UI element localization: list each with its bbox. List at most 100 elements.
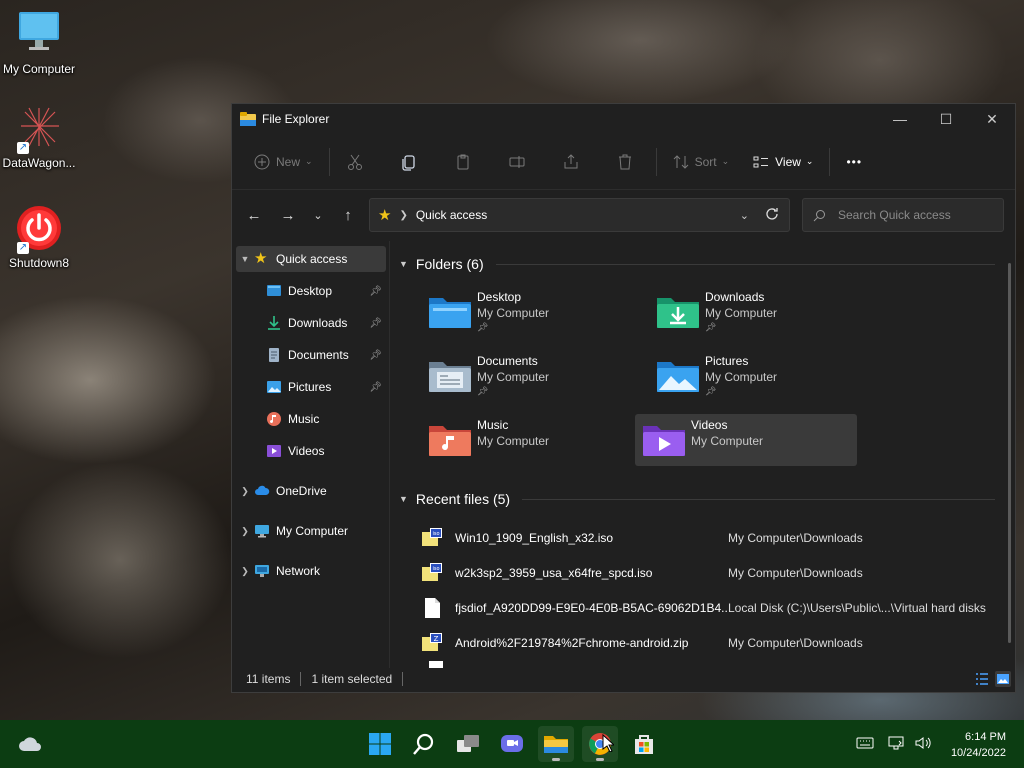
- desktop-icon-my-computer[interactable]: My Computer: [0, 10, 78, 76]
- chevron-down-icon: ⌄: [805, 156, 814, 166]
- navigation-pane: ▼ ★ Quick access Desktop 📌︎ Downloads 📌︎…: [232, 241, 390, 668]
- sidebar-item-desktop[interactable]: Desktop 📌︎: [236, 278, 386, 304]
- explorer-body: ▼ ★ Quick access Desktop 📌︎ Downloads 📌︎…: [232, 241, 1015, 668]
- chevron-down-icon[interactable]: ▼: [236, 254, 254, 264]
- pin-icon[interactable]: 📌︎: [369, 318, 382, 329]
- svg-text:iso: iso: [432, 566, 439, 572]
- share-button[interactable]: [554, 146, 594, 178]
- address-history-button[interactable]: ⌄: [740, 209, 749, 222]
- svg-text:iso: iso: [432, 531, 439, 537]
- monitor-icon: [255, 525, 269, 538]
- folder-tile-videos[interactable]: Videos My Computer: [635, 414, 857, 466]
- chevron-right-icon[interactable]: ❯: [236, 486, 254, 497]
- chevron-right-icon[interactable]: ❯: [236, 566, 254, 577]
- cut-button[interactable]: [338, 146, 378, 178]
- pin-icon[interactable]: 📌︎: [369, 286, 382, 297]
- breadcrumb[interactable]: Quick access: [416, 208, 487, 222]
- recent-file-row[interactable]: Z Android%2F219784%2Fchrome-android.zip …: [421, 628, 991, 658]
- desktop-folder-icon: [429, 298, 471, 328]
- iso-file-icon: iso: [422, 563, 442, 581]
- sidebar-item-pictures[interactable]: Pictures 📌︎: [236, 374, 386, 400]
- back-button[interactable]: ←: [238, 199, 270, 231]
- sidebar-item-music[interactable]: Music: [236, 406, 386, 432]
- up-button[interactable]: ↑: [332, 199, 364, 231]
- search-icon: [413, 733, 434, 755]
- sidebar-item-quick-access[interactable]: ▼ ★ Quick access: [236, 246, 386, 272]
- close-button[interactable]: ✕: [969, 104, 1015, 134]
- rename-button[interactable]: [500, 146, 540, 178]
- paste-button[interactable]: [446, 146, 486, 178]
- download-icon: [268, 316, 280, 330]
- tiles-view-button[interactable]: [995, 671, 1011, 687]
- zip-file-icon: Z: [422, 633, 442, 651]
- chat-button[interactable]: [494, 726, 530, 762]
- recent-file-row[interactable]: iso Win10_1909_English_x32.iso My Comput…: [421, 523, 991, 553]
- toolbar-divider: [829, 147, 831, 176]
- sidebar-item-my-computer[interactable]: ❯ My Computer: [236, 518, 386, 544]
- pin-icon[interactable]: 📌︎: [369, 382, 382, 393]
- recent-file-row[interactable]: fjsdiof_A920DD99-E9E0-4E0B-B5AC-69062D1B…: [421, 593, 991, 623]
- delete-button[interactable]: [608, 146, 648, 178]
- search-button[interactable]: [406, 726, 442, 762]
- chevron-right-icon[interactable]: ❯: [236, 526, 254, 537]
- folder-tile-downloads[interactable]: Downloads My Computer 📌︎: [649, 286, 871, 338]
- store-icon: [635, 735, 653, 754]
- pictures-folder-icon: [657, 362, 699, 392]
- star-icon: ★: [378, 207, 392, 224]
- weather-widget[interactable]: [12, 726, 48, 762]
- volume-icon[interactable]: [914, 735, 932, 754]
- view-button[interactable]: View ⌄: [745, 146, 821, 178]
- file-explorer-taskbar-button[interactable]: [538, 726, 574, 762]
- minimize-button[interactable]: —: [877, 104, 923, 134]
- new-button[interactable]: New ⌄: [246, 146, 321, 178]
- folder-tile-pictures[interactable]: Pictures My Computer 📌︎: [649, 350, 871, 402]
- sidebar-item-onedrive[interactable]: ❯ OneDrive: [236, 478, 386, 504]
- running-indicator: [552, 758, 560, 761]
- sidebar-item-downloads[interactable]: Downloads 📌︎: [236, 310, 386, 336]
- keyboard-icon[interactable]: [856, 737, 874, 752]
- desktop-icon-datawagon[interactable]: ↗ DataWagon...: [0, 104, 78, 170]
- pin-icon[interactable]: 📌︎: [369, 350, 382, 361]
- start-button[interactable]: [362, 726, 398, 762]
- vertical-scrollbar[interactable]: [1008, 263, 1011, 643]
- details-view-button[interactable]: [975, 672, 989, 689]
- address-bar[interactable]: ★ ❯ Quick access ⌄: [369, 198, 790, 232]
- section-divider: [522, 498, 995, 500]
- refresh-button[interactable]: [765, 207, 779, 224]
- document-icon: [269, 348, 279, 362]
- maximize-button[interactable]: ☐: [923, 104, 969, 134]
- more-options-button[interactable]: •••: [838, 146, 870, 178]
- sidebar-item-documents[interactable]: Documents 📌︎: [236, 342, 386, 368]
- content-pane: ▼ Folders (6) Desktop My Computer 📌︎ Dow…: [391, 241, 1015, 668]
- shortcut-arrow-icon: ↗: [17, 142, 29, 154]
- arrow-left-icon: ←: [246, 206, 262, 224]
- copy-button[interactable]: [392, 146, 432, 178]
- clock[interactable]: 6:14 PM 10/24/2022: [951, 729, 1006, 761]
- search-input[interactable]: [838, 208, 988, 222]
- scissors-icon: [347, 154, 362, 170]
- store-button[interactable]: [626, 726, 662, 762]
- folder-tile-documents[interactable]: Documents My Computer 📌︎: [421, 350, 643, 402]
- videos-folder-icon: [643, 426, 685, 456]
- sidebar-item-videos[interactable]: Videos: [236, 438, 386, 464]
- command-bar: New ⌄ Sort ⌄ View ⌄ •••: [232, 134, 1015, 190]
- title-bar[interactable]: File Explorer — ☐ ✕: [232, 104, 1015, 134]
- folders-section-header[interactable]: ▼ Folders (6): [399, 256, 995, 272]
- forward-button[interactable]: →: [272, 199, 304, 231]
- sort-button[interactable]: Sort ⌄: [665, 146, 738, 178]
- task-view-icon: [457, 735, 479, 752]
- network-icon[interactable]: [888, 735, 904, 754]
- file-explorer-window: File Explorer — ☐ ✕ New ⌄ Sort ⌄ View ⌄ …: [231, 103, 1016, 693]
- chevron-down-icon: ▼: [399, 259, 408, 269]
- desktop-icon-shutdown[interactable]: ↗ Shutdown8: [0, 204, 78, 270]
- recent-locations-button[interactable]: ⌄: [302, 199, 334, 231]
- star-icon: ★: [254, 250, 268, 267]
- task-view-button[interactable]: [450, 726, 486, 762]
- recent-file-row[interactable]: iso w2k3sp2_3959_usa_x64fre_spcd.iso My …: [421, 558, 991, 588]
- recent-files-section-header[interactable]: ▼ Recent files (5): [399, 491, 995, 507]
- sidebar-item-network[interactable]: ❯ Network: [236, 558, 386, 584]
- search-box: [802, 198, 1004, 232]
- folder-tile-music[interactable]: Music My Computer: [421, 414, 643, 466]
- folder-tile-desktop[interactable]: Desktop My Computer 📌︎: [421, 286, 643, 338]
- plus-circle-icon: [254, 154, 270, 169]
